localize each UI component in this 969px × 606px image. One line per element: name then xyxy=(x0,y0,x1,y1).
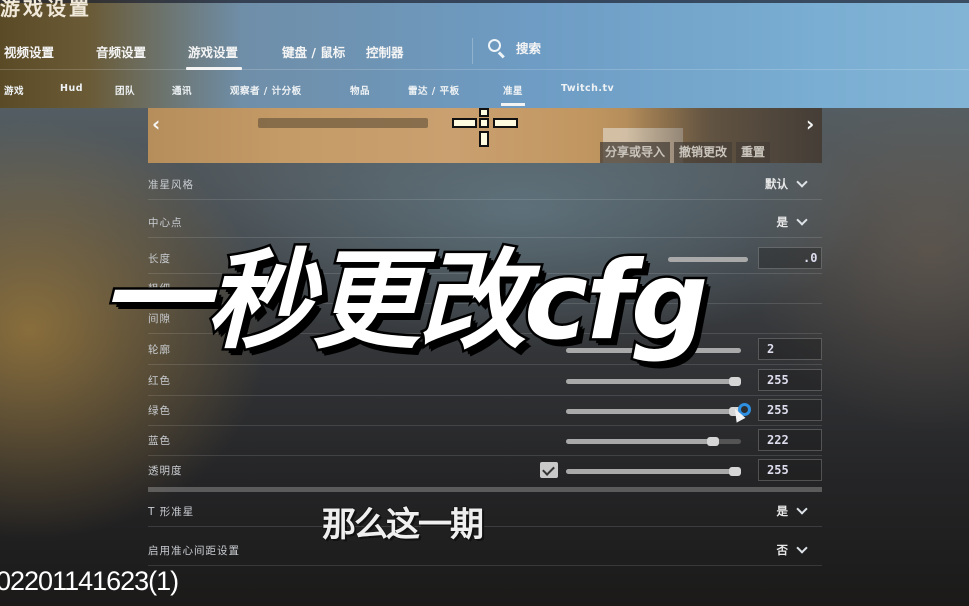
tab-video-settings[interactable]: 视频设置 xyxy=(4,42,54,61)
dropdown-value: 默认 xyxy=(765,177,788,191)
red-input[interactable]: 255 xyxy=(758,369,822,391)
tab-keyboard-mouse[interactable]: 键盘 / 鼠标 xyxy=(282,42,345,61)
setting-blue: 蓝色 222 xyxy=(148,426,822,456)
chevron-down-icon xyxy=(796,213,808,226)
subtab-radar-tablet[interactable]: 雷达 / 平板 xyxy=(408,83,460,97)
setting-green: 绿色 255 xyxy=(148,396,822,426)
subtab-team[interactable]: 团队 xyxy=(115,83,135,97)
setting-label: 准星风格 xyxy=(148,179,194,191)
alpha-input[interactable]: 255 xyxy=(758,459,822,481)
reset-button[interactable]: 重置 xyxy=(736,142,771,163)
setting-label: 红色 xyxy=(148,375,171,387)
center-dot-dropdown[interactable]: 是 xyxy=(776,213,808,230)
alpha-checkbox[interactable] xyxy=(540,462,558,478)
slider-knob[interactable] xyxy=(707,437,720,446)
slider-knob[interactable] xyxy=(729,467,741,476)
chevron-right-icon[interactable]: › xyxy=(806,112,814,136)
row-divider xyxy=(148,199,822,200)
crosshair-preview-icon xyxy=(452,108,522,148)
setting-label: 中心点 xyxy=(148,217,183,229)
subtab-crosshair[interactable]: 准星 xyxy=(500,83,526,106)
green-slider[interactable] xyxy=(566,407,741,416)
tab-audio-settings[interactable]: 音频设置 xyxy=(96,42,146,61)
setting-label: 透明度 xyxy=(148,465,183,477)
crosshair-top xyxy=(479,108,489,117)
crosshair-bottom xyxy=(479,131,489,147)
slider-knob[interactable] xyxy=(729,377,741,386)
t-style-dropdown[interactable]: 是 xyxy=(776,502,808,519)
tab-game-settings[interactable]: 游戏设置 xyxy=(185,42,243,70)
setting-label: T 形准星 xyxy=(148,506,195,518)
preview-actions: 分享或导入 撤销更改 重置 xyxy=(600,142,771,163)
alpha-slider[interactable] xyxy=(566,467,741,476)
filename-label: 02201141623(1) xyxy=(0,566,179,596)
blue-input[interactable]: 222 xyxy=(758,429,822,451)
search-icon xyxy=(488,38,506,58)
green-input[interactable]: 255 xyxy=(758,399,822,421)
subtab-communication[interactable]: 通讯 xyxy=(172,83,192,97)
undo-changes-button[interactable]: 撤销更改 xyxy=(674,142,733,163)
chevron-down-icon xyxy=(796,175,808,188)
chevron-down-icon xyxy=(796,541,808,554)
tab-separator xyxy=(0,69,969,70)
window-top-edge xyxy=(0,0,969,3)
setting-alpha: 透明度 255 xyxy=(148,456,822,486)
subtab-hud[interactable]: Hud xyxy=(60,83,83,94)
crosshair-dot xyxy=(479,118,489,128)
row-divider xyxy=(148,565,822,566)
dropdown-value: 是 xyxy=(776,215,789,229)
subtab-items[interactable]: 物品 xyxy=(350,83,370,97)
tab-divider xyxy=(472,38,473,64)
search-button[interactable]: 搜索 xyxy=(488,38,542,58)
setting-label: 绿色 xyxy=(148,405,171,417)
preview-ledge xyxy=(258,118,428,128)
subtab-game[interactable]: 游戏 xyxy=(4,83,24,97)
red-slider[interactable] xyxy=(566,377,741,386)
window-title: 游戏设置 xyxy=(0,0,92,20)
subtitle-caption: 那么这一期 xyxy=(322,504,485,546)
dropdown-value: 是 xyxy=(776,504,789,518)
subtab-spectator-scoreboard[interactable]: 观察者 / 计分板 xyxy=(230,83,302,97)
crosshair-left xyxy=(452,118,477,128)
dropdown-value: 否 xyxy=(776,543,789,557)
chevron-down-icon xyxy=(796,502,808,515)
crosshair-right xyxy=(493,118,518,128)
settings-header: 游戏设置 视频设置 音频设置 游戏设置 键盘 / 鼠标 控制器 搜索 游戏 Hu… xyxy=(0,0,969,108)
chevron-left-icon[interactable]: ‹ xyxy=(152,112,160,136)
blue-slider[interactable] xyxy=(566,437,741,446)
section-divider xyxy=(148,487,822,492)
setting-crosshair-style: 准星风格 默认 xyxy=(148,170,822,200)
setting-label: 启用准心间距设置 xyxy=(148,545,240,557)
share-import-button[interactable]: 分享或导入 xyxy=(600,142,671,163)
title-caption: 一秒更改cfg xyxy=(98,237,711,367)
search-label: 搜索 xyxy=(516,41,542,56)
crosshair-style-dropdown[interactable]: 默认 xyxy=(765,175,808,192)
gap-setting-dropdown[interactable]: 否 xyxy=(776,541,808,558)
subtab-twitch[interactable]: Twitch.tv xyxy=(561,83,614,94)
tab-controller[interactable]: 控制器 xyxy=(366,42,404,61)
setting-label: 蓝色 xyxy=(148,435,171,447)
